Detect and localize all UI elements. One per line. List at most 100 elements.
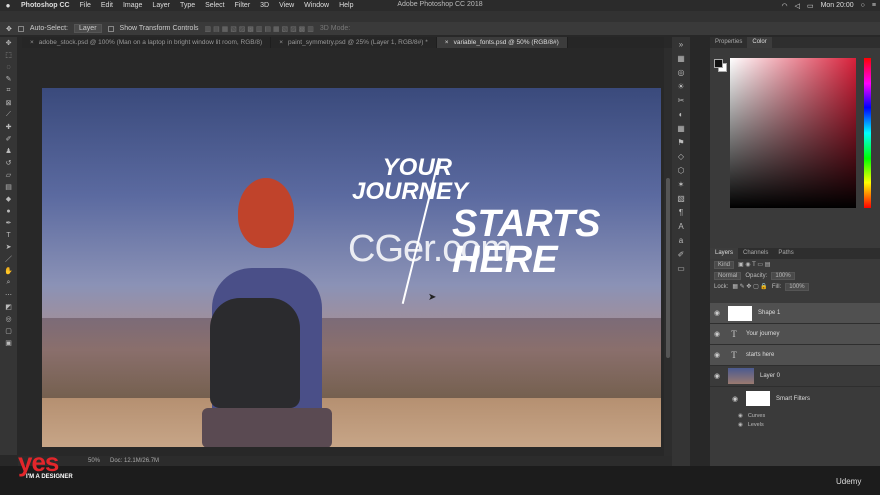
marquee-tool-icon[interactable]: ⬚ [0,49,17,61]
close-icon[interactable]: × [279,37,283,48]
menu-type[interactable]: Type [175,2,200,9]
flag-icon[interactable]: ⚑ [672,135,690,149]
doc-size[interactable]: Doc: 12.1M/26.7M [110,458,159,464]
timeline-icon[interactable]: ▭ [672,261,690,275]
path-select-icon[interactable]: ➤ [0,241,17,253]
history-brush-icon[interactable]: ↺ [0,157,17,169]
tab-layers[interactable]: Layers [710,248,739,259]
shape-icon[interactable]: ✶ [672,177,690,191]
hue-slider[interactable] [864,58,871,208]
character-icon[interactable]: A [672,219,690,233]
cube2-icon[interactable]: ⬡ [672,163,690,177]
grid-icon[interactable]: ▦ [672,121,690,135]
volume-icon[interactable]: ◁ [795,2,800,10]
image-icon[interactable]: ▧ [672,191,690,205]
color-swatches-icon[interactable]: ◩ [0,301,17,313]
lasso-tool-icon[interactable]: ◌ [0,61,17,73]
eye-icon[interactable]: ◉ [712,372,722,380]
paragraph-icon[interactable]: ¶ [672,205,690,219]
brush-tool-icon[interactable]: ✐ [0,133,17,145]
tab-properties[interactable]: Properties [710,37,747,48]
eye-icon[interactable]: ◉ [712,309,722,317]
move-tool-icon[interactable]: ✥ [6,25,12,33]
scroll-thumb[interactable] [666,178,670,358]
crop-tool-icon[interactable]: ⌗ [0,85,17,97]
clock[interactable]: Mon 20:00 [821,2,854,9]
blend-mode-dropdown[interactable]: Normal [714,271,742,280]
auto-select-dropdown[interactable]: Layer [74,24,102,33]
tab-variable-fonts[interactable]: × variable_fonts.psd @ 50% (RGB/8#) [436,37,568,48]
quick-select-icon[interactable]: ✎ [0,73,17,85]
menu-image[interactable]: Image [118,2,147,9]
tab-paint-symmetry[interactable]: × paint_symmetry.psd @ 25% (Layer 1, RGB/… [271,37,437,48]
color-picker-field[interactable] [730,58,856,208]
apple-icon[interactable]: ● [0,1,16,10]
tab-paths[interactable]: Paths [773,248,798,259]
tab-color[interactable]: Color [747,37,772,48]
menu-list-icon[interactable]: ≡ [872,2,876,9]
line-tool-icon[interactable]: ／ [0,253,17,265]
auto-select-checkbox[interactable] [17,25,24,32]
align-icons[interactable]: ▥ ▤ ▦ ▧ ▨ ▩ ▥ ▤ ▦ ▧ ▨ ▩ ▥ [205,25,314,33]
menu-layer[interactable]: Layer [147,2,175,9]
gradient-icon[interactable]: ▤ [0,181,17,193]
scissors-icon[interactable]: ✂ [672,93,690,107]
eyedropper-icon[interactable]: ⟋ [0,109,17,121]
zoom-level[interactable]: 50% [88,458,100,464]
filter-icons[interactable]: ▣ ◉ T ▭ ▤ [738,261,770,268]
layer-row-starts-here[interactable]: ◉ T starts here [710,345,880,366]
move-tool-icon[interactable]: ✥ [0,37,17,49]
foreground-color-swatch[interactable] [714,59,723,68]
transform-checkbox[interactable] [107,25,114,32]
filter-row-levels[interactable]: ◉ Levels [710,420,880,429]
smart-filters-row[interactable]: ◉ Smart Filters [710,388,880,409]
eye-icon[interactable]: ◉ [730,395,740,403]
brush-settings-icon[interactable]: ✐ [672,247,690,261]
wifi-icon[interactable]: ◠ [781,2,787,10]
clone-stamp-icon[interactable]: ♟ [0,145,17,157]
tab-adobe-stock[interactable]: × adobe_stock.psd @ 100% (Man on a laptop… [22,37,272,48]
quick-mask-icon[interactable]: ◎ [0,313,17,325]
lightbulb-icon[interactable]: ☀ [672,79,690,93]
frame-tool-icon[interactable]: ⊠ [0,97,17,109]
eye-icon[interactable]: ◉ [712,351,722,359]
tab-channels[interactable]: Channels [738,248,773,259]
kind-dropdown[interactable]: Kind [714,260,735,269]
battery-icon[interactable]: ▭ [807,2,814,10]
search-icon[interactable]: ○ [861,2,865,9]
close-icon[interactable]: × [445,37,449,48]
menu-select[interactable]: Select [200,2,229,9]
more-tools-icon[interactable]: ⋯ [0,289,17,301]
menu-filter[interactable]: Filter [230,2,256,9]
canvas-area[interactable]: YOUR JOURNEY STARTS HERE CGer.com ➤ [18,48,664,456]
type-tool-icon[interactable]: T [0,229,17,241]
screen-mode-icon[interactable]: ▢ [0,325,17,337]
eye-icon[interactable]: ◉ [712,330,722,338]
zoom-tool-icon[interactable]: ⌕ [0,277,17,289]
menu-file[interactable]: File [75,2,96,9]
menu-3d[interactable]: 3D [255,2,274,9]
layer-row-your-journey[interactable]: ◉ T Your journey [710,324,880,345]
healing-brush-icon[interactable]: ✚ [0,121,17,133]
close-icon[interactable]: × [30,37,34,48]
menu-edit[interactable]: Edit [96,2,118,9]
dodge-tool-icon[interactable]: ● [0,205,17,217]
fill-field[interactable]: 100% [785,282,809,291]
menu-view[interactable]: View [274,2,299,9]
frame-mode-icon[interactable]: ▣ [0,337,17,349]
hand-tool-icon[interactable]: ✋ [0,265,17,277]
opacity-field[interactable]: 100% [771,271,795,280]
lock-icons[interactable]: ▦ ✎ ✥ ▢ 🔒 [732,283,768,290]
filter-row-curves[interactable]: ◉ Curves [710,411,880,420]
layer-row-layer-0[interactable]: ◉ Layer 0 [710,366,880,387]
your-journey-text[interactable]: YOUR JOURNEY [352,156,468,204]
glyph-icon[interactable]: a [672,233,690,247]
eye-icon[interactable]: ◉ [738,413,743,419]
document-canvas[interactable]: YOUR JOURNEY STARTS HERE CGer.com ➤ [42,88,661,447]
menu-window[interactable]: Window [299,2,334,9]
circle-icon[interactable]: ◎ [672,65,690,79]
collapse-icon[interactable]: » [672,37,690,51]
layer-row-shape-1[interactable]: ◉ Shape 1 [710,303,880,324]
eye-icon[interactable]: ◉ [738,422,743,428]
cube-icon[interactable]: ◇ [672,149,690,163]
